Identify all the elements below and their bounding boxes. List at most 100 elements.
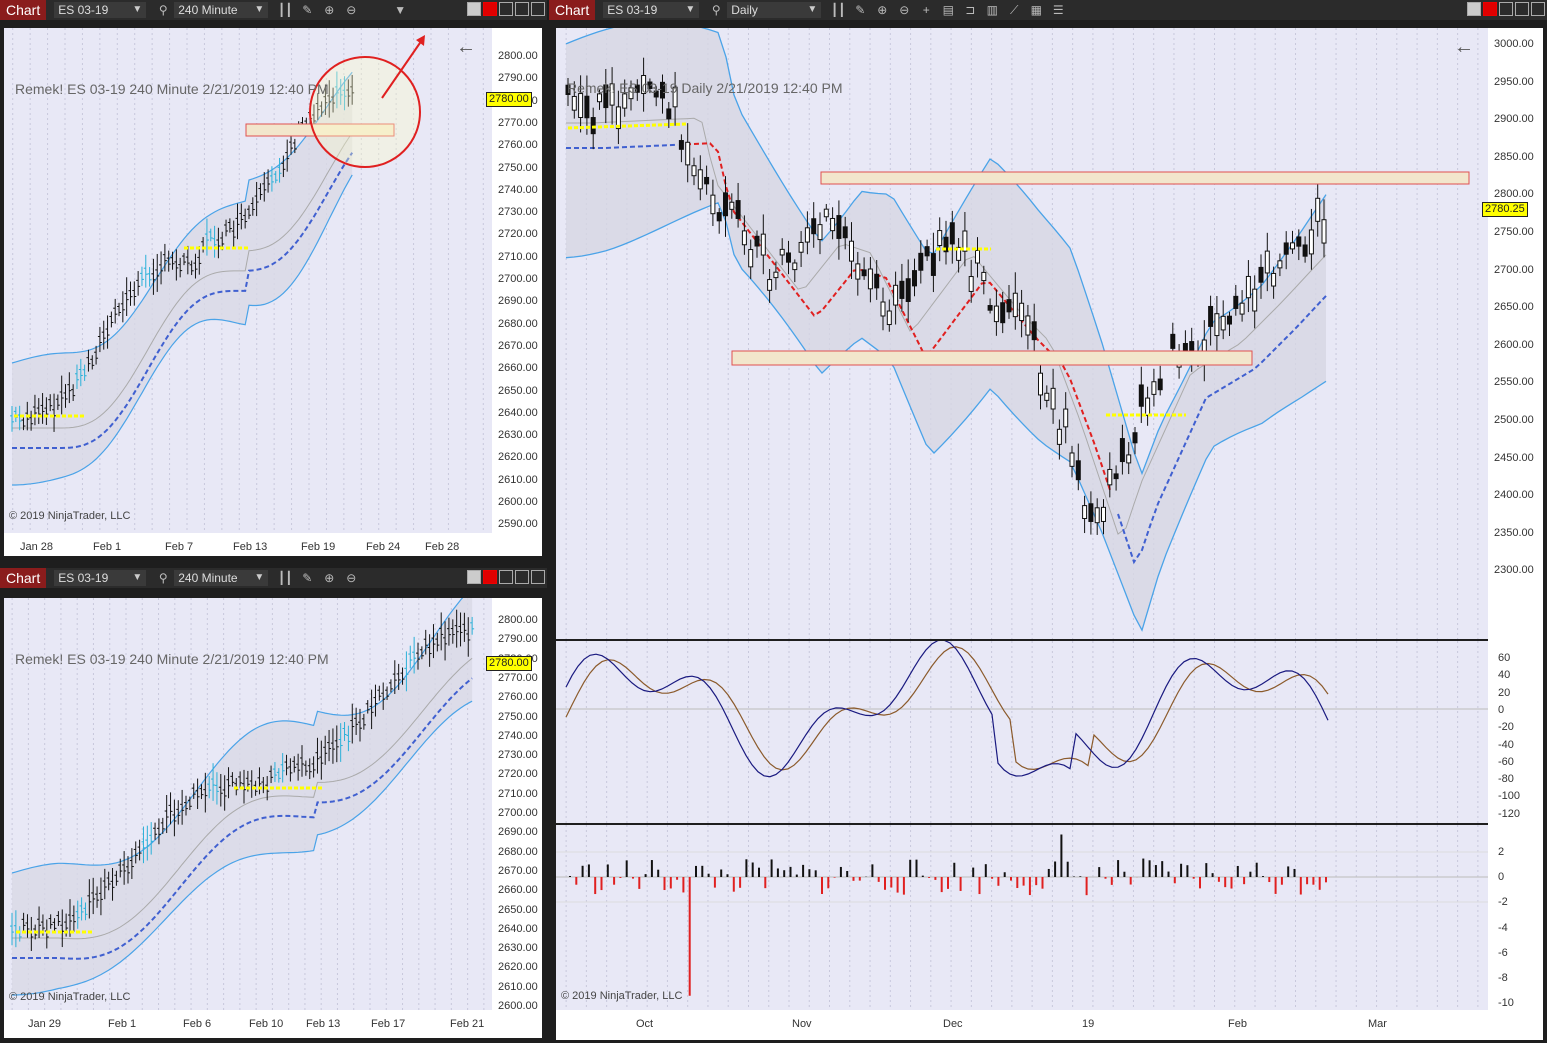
price-tick-label: 2680.00 [498, 317, 538, 330]
candle-body [754, 235, 760, 247]
search-icon[interactable]: ⚲ [708, 2, 724, 18]
time-axis[interactable]: Oct Nov Dec 19 Feb Mar [556, 1010, 1543, 1040]
color-icon[interactable] [467, 570, 481, 584]
maximize-icon[interactable] [1515, 2, 1529, 16]
zoom-out-icon[interactable]: ⊖ [343, 570, 359, 586]
back-arrow-icon[interactable]: ← [456, 36, 476, 59]
bar-type-icon[interactable]: ┃┃ [277, 570, 293, 586]
window-controls [465, 570, 545, 584]
candle-body [1119, 438, 1125, 463]
time-axis[interactable]: Jan 29 Feb 1 Feb 6 Feb 10 Feb 13 Feb 17 Feb 21 [4, 1010, 542, 1038]
interval-selector[interactable]: Daily ▼ [727, 2, 822, 18]
interval-label: 240 Minute [178, 3, 238, 17]
price-tick-label: 2730.00 [498, 206, 538, 219]
strategies-icon[interactable]: ⟋ [1006, 2, 1022, 18]
candle-body [1290, 242, 1295, 250]
osc-tick-label: -40 [1498, 738, 1514, 751]
candle-body [1308, 229, 1314, 255]
time-tick-label: Jan 29 [28, 1018, 62, 1030]
instrument-selector[interactable]: ES 03-19 ▼ [54, 2, 147, 18]
candle-body [1157, 378, 1163, 391]
candle-body [1271, 272, 1277, 287]
price-panel[interactable]: Remek! ES 03-19 240 Minute 2/21/2019 12:… [4, 28, 492, 533]
drawing-tool-icon[interactable]: ✎ [299, 2, 315, 18]
link-color-icon[interactable] [483, 570, 497, 584]
bar-type-icon[interactable]: ┃┃ [277, 2, 293, 18]
candle-body [622, 93, 628, 109]
time-tick-label: Nov [792, 1018, 812, 1030]
price-panel[interactable]: Remek! ES 03-19 Daily 2/21/2019 12:40 PM… [556, 28, 1488, 639]
indicators-icon[interactable]: ▥ [984, 2, 1000, 18]
data-series-icon[interactable]: ▦ [1028, 2, 1044, 18]
osc-tick-label: -120 [1498, 807, 1521, 820]
color-icon[interactable] [467, 2, 481, 16]
price-axis[interactable]: 2800.002790.002780.002770.002760.002750.… [486, 598, 542, 1012]
interval-selector[interactable]: 240 Minute ▼ [174, 570, 269, 586]
minimize-icon[interactable] [1499, 2, 1513, 16]
instrument-selector[interactable]: ES 03-19 ▼ [603, 2, 700, 18]
osc-tick-label: -100 [1498, 790, 1521, 803]
chart-menu-button[interactable]: Chart [0, 0, 47, 20]
link-color-icon[interactable] [483, 2, 497, 16]
link-color-icon[interactable] [1483, 2, 1497, 16]
last-price-tag: 2780.25 [1482, 202, 1528, 217]
dropdown-arrow-icon[interactable]: ▼ [392, 2, 408, 18]
candle-body [905, 278, 911, 302]
price-tick-label: 2300.00 [1494, 564, 1534, 577]
candle-body [1069, 452, 1075, 467]
price-tick-label: 2750.00 [498, 710, 538, 723]
list-icon[interactable]: ☰ [1050, 2, 1066, 18]
zoom-out-icon[interactable]: ⊖ [343, 2, 359, 18]
drawing-tool-icon[interactable]: ✎ [299, 570, 315, 586]
color-icon[interactable] [1467, 2, 1481, 16]
histogram-panel[interactable]: © 2019 NinjaTrader, LLC [556, 825, 1488, 1010]
drawing-tool-icon[interactable]: ✎ [852, 2, 868, 18]
candle-body [1321, 219, 1327, 244]
price-tick-label: 2690.00 [498, 826, 538, 839]
zoom-in-icon[interactable]: ⊕ [874, 2, 890, 18]
price-axis[interactable]: 2800.002790.002780.002770.002760.002750.… [486, 28, 542, 533]
time-axis[interactable]: Jan 28 Feb 1 Feb 7 Feb 13 Feb 19 Feb 24 Feb 28 [4, 533, 542, 556]
price-panel[interactable]: Remek! ES 03-19 240 Minute 2/21/2019 12:… [4, 598, 492, 1010]
candle-body [823, 208, 829, 218]
zoom-in-icon[interactable]: ⊕ [321, 2, 337, 18]
chart-menu-button[interactable]: Chart [0, 568, 47, 588]
candle-body [1283, 242, 1289, 255]
candle-body [1044, 392, 1050, 401]
properties-icon[interactable]: ▤ [940, 2, 956, 18]
close-icon[interactable] [1531, 2, 1545, 16]
chevron-down-icon: ▼ [807, 4, 818, 15]
price-tick-label: 2650.00 [498, 384, 538, 397]
price-tick-label: 2690.00 [498, 295, 538, 308]
time-tick-label: Feb 24 [366, 541, 401, 553]
instrument-selector[interactable]: ES 03-19 ▼ [54, 570, 147, 586]
minimize-icon[interactable] [499, 570, 513, 584]
candle-body [1170, 333, 1176, 349]
candle-body [968, 276, 974, 292]
interval-selector[interactable]: 240 Minute ▼ [174, 2, 269, 18]
back-arrow-icon[interactable]: ← [1454, 36, 1474, 59]
close-icon[interactable] [531, 570, 545, 584]
search-icon[interactable]: ⚲ [155, 570, 171, 586]
copyright-text: © 2019 NinjaTrader, LLC [9, 991, 131, 1003]
oscillator-panel[interactable] [556, 641, 1488, 823]
candle-body [1138, 384, 1144, 407]
minimize-icon[interactable] [499, 2, 513, 16]
candle-body [729, 201, 735, 210]
hist-tick-label: -4 [1498, 921, 1508, 934]
zoom-out-icon[interactable]: ⊖ [896, 2, 912, 18]
close-icon[interactable] [531, 2, 545, 16]
crosshair-icon[interactable]: + [918, 2, 934, 18]
templates-icon[interactable]: ⊐ [962, 2, 978, 18]
zoom-in-icon[interactable]: ⊕ [321, 570, 337, 586]
bar-type-icon[interactable]: ┃┃ [830, 2, 846, 18]
search-icon[interactable]: ⚲ [155, 2, 171, 18]
candle-body [704, 176, 710, 185]
maximize-icon[interactable] [515, 2, 529, 16]
price-axis[interactable]: 3000.00 2950.00 2900.00 2850.00 2800.00 2750.… [1482, 28, 1543, 1010]
maximize-icon[interactable] [515, 570, 529, 584]
annotation-arrowhead [416, 35, 425, 46]
candle-body [1006, 299, 1012, 313]
candle-body [836, 215, 842, 239]
chart-menu-button[interactable]: Chart [549, 0, 596, 20]
